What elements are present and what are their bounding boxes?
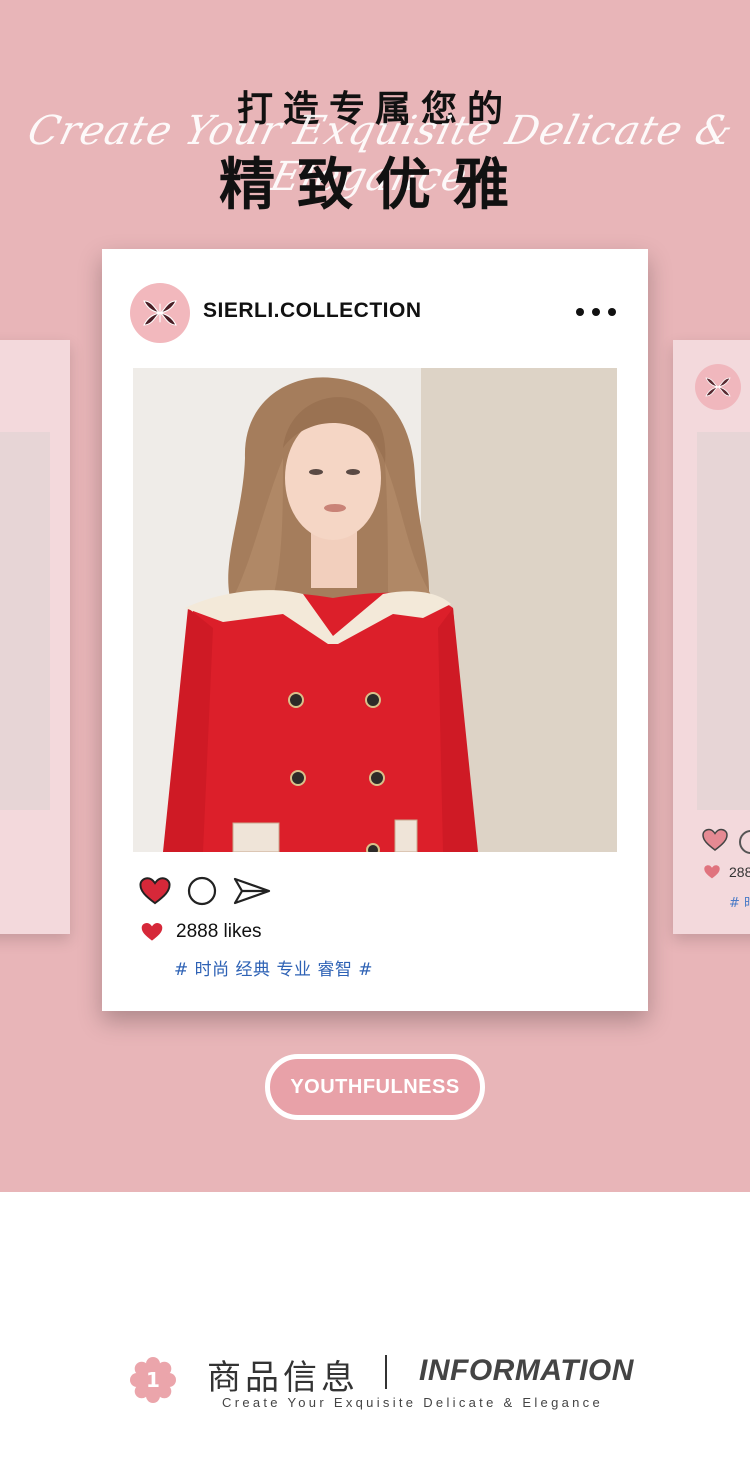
info-title-cn: 商品信息 xyxy=(207,1358,359,1398)
info-subtitle: Create Your Exquisite Delicate & Eleganc… xyxy=(222,1395,604,1410)
side-card-left[interactable] xyxy=(0,340,70,934)
side-card-right[interactable]: 288 # 时 xyxy=(673,340,750,934)
heart-icon[interactable] xyxy=(138,876,172,906)
heart-icon xyxy=(704,865,720,879)
comment-icon[interactable] xyxy=(739,830,750,854)
side-likes-row: 288 xyxy=(703,864,750,880)
more-icon[interactable] xyxy=(576,305,616,319)
brand-logo-icon[interactable] xyxy=(130,283,190,343)
account-name[interactable]: SIERLI.COLLECTION xyxy=(203,299,422,323)
info-divider xyxy=(385,1355,387,1389)
likes-count[interactable]: 2888 likes xyxy=(176,921,262,943)
info-title-en: INFORMATION xyxy=(419,1354,634,1387)
side-likes-text: 288 xyxy=(729,864,750,880)
post-actions xyxy=(138,875,272,907)
headline-line-2: 精致优雅 xyxy=(219,153,531,218)
comment-icon[interactable] xyxy=(186,875,218,907)
side-tags: # 时 xyxy=(729,896,750,911)
section-number: 1 xyxy=(146,1368,160,1392)
send-icon[interactable] xyxy=(232,875,272,907)
likes-row: 2888 likes xyxy=(140,921,262,943)
heart-icon xyxy=(141,923,163,941)
hero-section: 打造专属您的 Create Your Exquisite Delicate & … xyxy=(0,0,750,1192)
brand-logo-icon xyxy=(695,364,741,410)
flower-icon: 1 xyxy=(130,1357,176,1403)
heart-icon[interactable] xyxy=(701,828,729,852)
hashtags[interactable]: # 时尚 经典 专业 睿智 # xyxy=(174,955,373,980)
side-card-photo xyxy=(697,432,750,810)
side-card-photo xyxy=(0,432,50,810)
post-photo xyxy=(133,368,617,852)
youthfulness-button[interactable]: YOUTHFULNESS xyxy=(265,1054,485,1120)
post-card: SIERLI.COLLECTION 2888 likes # 时尚 经典 专业 … xyxy=(102,249,648,1011)
